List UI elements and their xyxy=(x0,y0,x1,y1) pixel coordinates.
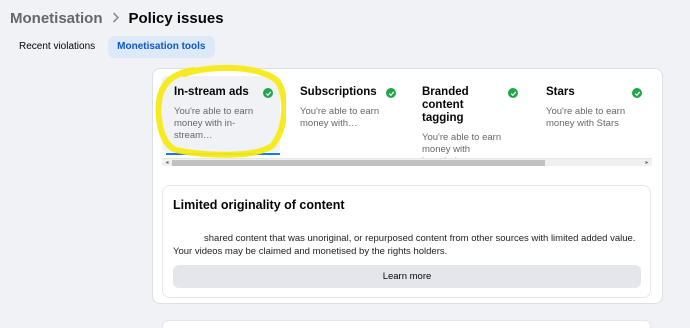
tool-card-title: Subscriptions xyxy=(300,86,377,98)
tool-card-title: Stars xyxy=(546,86,575,98)
tool-card-title: In-stream ads xyxy=(174,86,249,98)
check-circle-icon xyxy=(263,88,273,98)
tool-card-description: You're able to earn money with… xyxy=(300,106,380,129)
policy-issue-line1: shared content that was unoriginal, or r… xyxy=(204,233,636,244)
tool-card-description: You're able to earn money with branded… xyxy=(422,132,502,158)
horizontal-scrollbar[interactable]: ◂ ▸ xyxy=(162,158,652,166)
check-circle-icon xyxy=(386,88,396,98)
policy-issue-title: Limited originality of content xyxy=(173,198,345,212)
check-circle-icon xyxy=(508,88,518,98)
tab-recent-violations[interactable]: Recent violations xyxy=(10,36,104,58)
scroll-right-arrow-icon[interactable]: ▸ xyxy=(643,160,651,166)
policy-issue-description: shared content that was unoriginal, or r… xyxy=(173,232,643,258)
tab-monetisation-tools[interactable]: Monetisation tools xyxy=(108,36,215,58)
next-card-edge xyxy=(162,320,651,328)
chevron-right-icon xyxy=(112,10,120,27)
breadcrumb: Monetisation Policy issues xyxy=(10,8,224,28)
tools-carousel: In-stream ads You're able to earn money … xyxy=(160,76,652,158)
policy-issue-line2: Your videos may be claimed and monetised… xyxy=(173,246,448,257)
learn-more-button[interactable]: Learn more xyxy=(173,265,641,288)
scrollbar-thumb[interactable] xyxy=(172,160,545,166)
tab-bar: Recent violations Monetisation tools xyxy=(10,36,215,58)
tool-card-description: You're able to earn money with in-stream… xyxy=(174,106,254,141)
check-circle-icon xyxy=(632,88,642,98)
page-title: Policy issues xyxy=(128,9,224,27)
scroll-left-arrow-icon[interactable]: ◂ xyxy=(163,160,171,166)
tool-card-description: You're able to earn money with Stars xyxy=(546,106,626,129)
breadcrumb-parent[interactable]: Monetisation xyxy=(10,10,103,27)
tool-card-in-stream-ads[interactable]: In-stream ads You're able to earn money … xyxy=(162,76,280,152)
tool-card-title: Branded content tagging xyxy=(422,86,469,124)
policy-issue-card: Limited originality of content shared co… xyxy=(162,185,651,298)
selected-tab-indicator xyxy=(166,153,280,155)
